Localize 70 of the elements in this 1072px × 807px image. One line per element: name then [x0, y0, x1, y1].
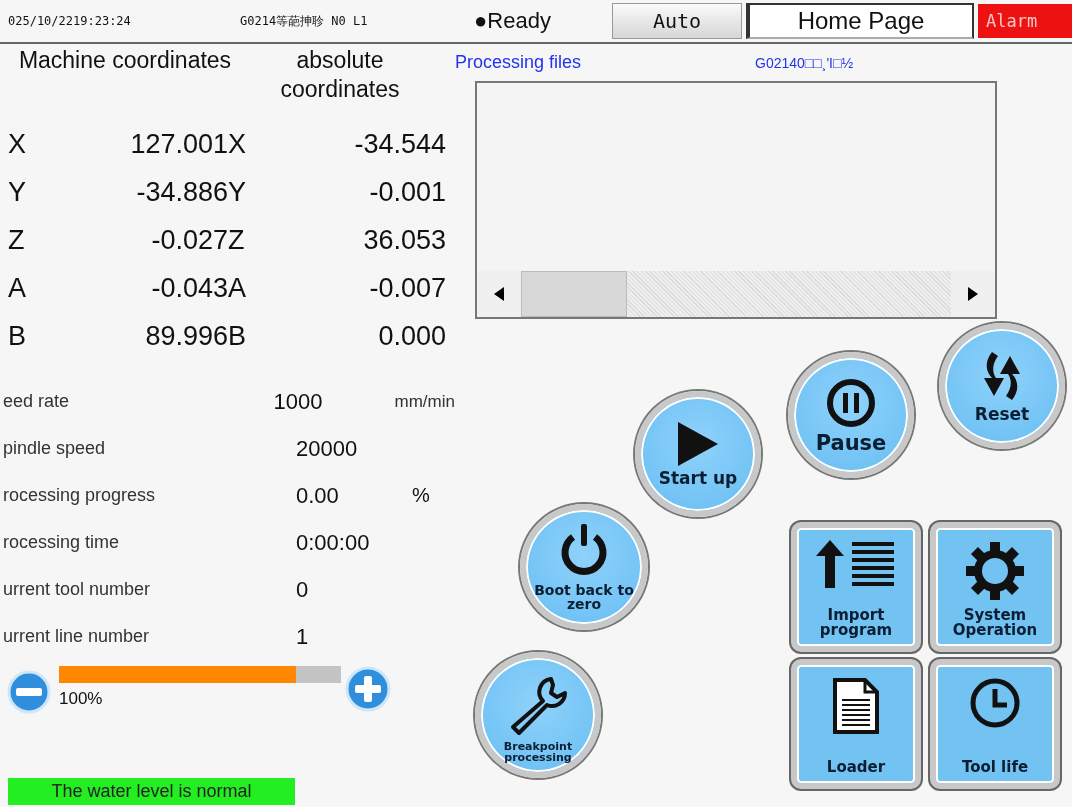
round-button[interactable]: Reset — [939, 323, 1065, 449]
plus-button[interactable] — [345, 666, 391, 712]
square-button[interactable]: Tool life — [930, 659, 1060, 789]
parameter-value: 0 — [296, 576, 310, 603]
axis-label: Y — [7, 176, 27, 208]
parameter-label: eed rate — [2, 391, 71, 412]
scroll-bar[interactable] — [477, 271, 995, 317]
scroll-thumb[interactable] — [521, 271, 627, 317]
axis-label: X — [228, 128, 247, 160]
axis-label: Y — [228, 176, 247, 208]
parameter-value: 1000 — [273, 388, 324, 415]
axis-label: Z — [228, 224, 246, 256]
square-button[interactable]: Import program — [791, 522, 921, 652]
axis-label: Z — [7, 224, 26, 256]
clock-icon — [969, 677, 1021, 729]
parameter-label: rocessing time — [2, 532, 121, 553]
axis-label: B — [228, 320, 247, 352]
parameter-label: pindle speed — [2, 438, 107, 459]
coordinate-value: -34.544 — [353, 128, 446, 160]
water-status: The water level is normal — [8, 778, 295, 805]
machine-state: ●Ready — [473, 8, 552, 34]
date-time: 025/10/2219:23:24 — [7, 14, 132, 28]
coordinate-value: 0.000 — [377, 320, 446, 352]
column-heading: Machine coordinates — [17, 46, 233, 75]
coordinate-value: -0.001 — [368, 176, 446, 208]
round-button[interactable]: Pause — [788, 352, 914, 478]
scroll-right-button[interactable] — [951, 271, 995, 317]
document-icon — [832, 677, 880, 735]
square-button[interactable]: System Operation — [930, 522, 1060, 652]
minus-button[interactable] — [7, 670, 51, 714]
program-info: G0214等葩抻聄 N0 L1 — [240, 12, 369, 30]
coordinate-value: -0.007 — [368, 272, 446, 304]
parameter-value: 0:00:00 — [296, 529, 371, 556]
pause-icon — [825, 376, 877, 429]
coordinate-value: 127.001 — [129, 128, 228, 160]
axis-label: X — [7, 128, 27, 160]
parameter-label: rocessing progress — [2, 485, 157, 506]
parameter-value: 0.00 — [296, 482, 340, 509]
gear-icon — [964, 540, 1026, 602]
upload-list-icon — [816, 540, 896, 590]
mode-tab[interactable]: Auto — [612, 3, 742, 39]
axis-label: A — [7, 272, 27, 304]
coordinate-value: 36.053 — [362, 224, 446, 256]
unit-label: % — [412, 484, 430, 507]
axis-label: A — [228, 272, 247, 304]
axis-label: B — [7, 320, 27, 352]
left-arrow-icon — [494, 287, 504, 301]
right-arrow-icon — [968, 287, 978, 301]
coordinate-value: -34.886 — [135, 176, 228, 208]
slider-track[interactable] — [59, 666, 341, 683]
parameter-value: 1 — [296, 623, 310, 650]
column-heading: absolute coordinates — [279, 46, 401, 104]
override-reading: 100% — [59, 689, 104, 709]
round-button[interactable]: Boot back to zero — [520, 504, 648, 630]
parameter-label: urrent line number — [2, 626, 151, 647]
mode-tab[interactable]: Home Page — [746, 3, 974, 39]
round-button[interactable]: Start up — [635, 391, 761, 517]
play-icon — [676, 421, 720, 466]
files-label: Processing files — [455, 52, 583, 73]
coordinate-value: -0.027 — [150, 224, 228, 256]
slider-fill[interactable] — [59, 666, 296, 683]
square-button[interactable]: Loader — [791, 659, 921, 789]
scroll-left-button[interactable] — [477, 271, 521, 317]
coordinate-value: -0.043 — [150, 272, 228, 304]
round-button[interactable]: Breakpoint processing — [475, 652, 601, 778]
file-name: G02140□□¸'I□½ — [755, 54, 854, 71]
parameter-label: urrent tool number — [2, 579, 152, 600]
unit-label: mm/min — [393, 391, 455, 412]
coordinate-value: 89.996 — [144, 320, 228, 352]
parameter-value: 20000 — [296, 435, 359, 462]
